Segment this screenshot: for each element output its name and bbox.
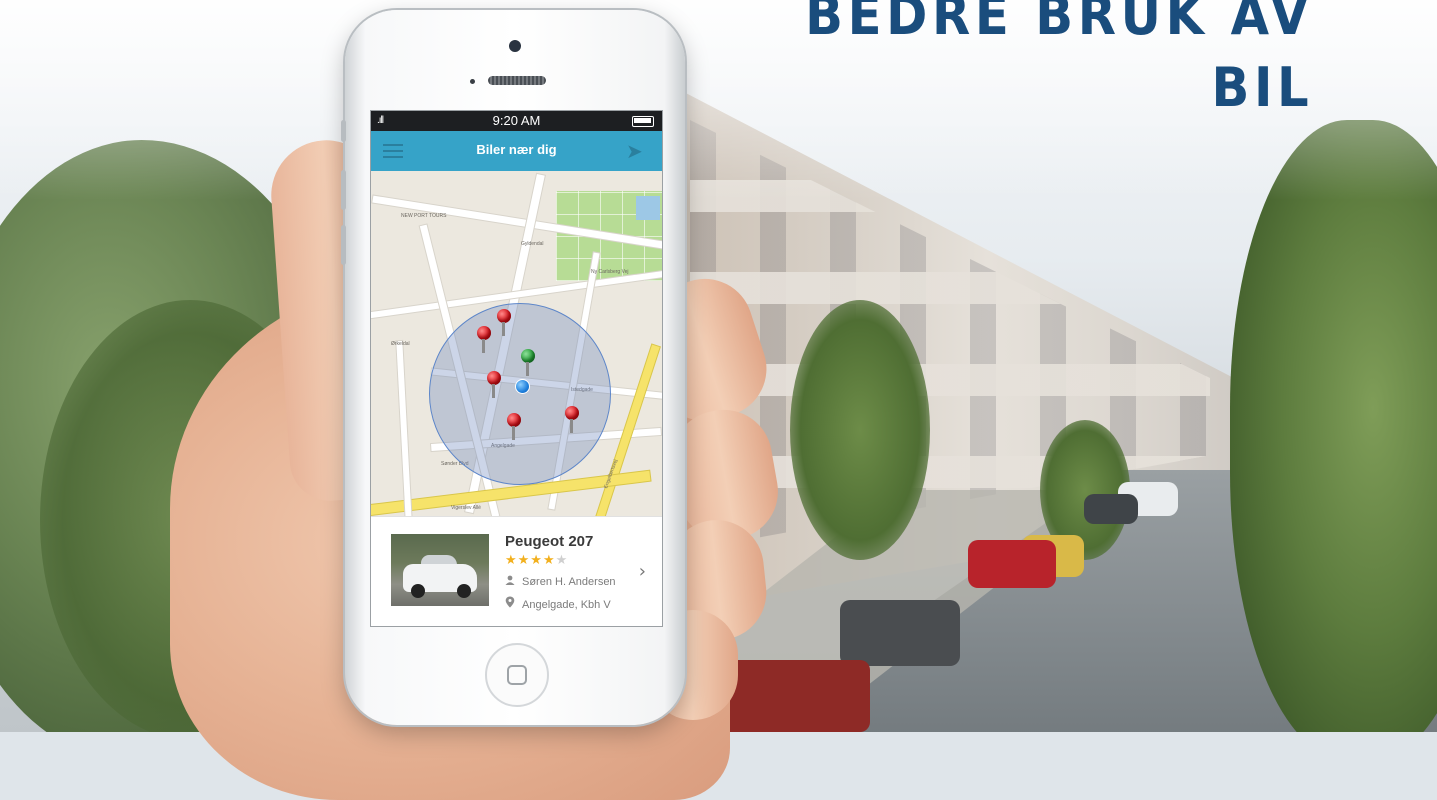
- front-camera: [509, 40, 521, 52]
- car-pin-red[interactable]: [507, 413, 521, 440]
- search-radius-circle: [429, 303, 611, 485]
- status-bar: .ıll 9:20 AM: [371, 111, 662, 131]
- car-photo: [391, 534, 489, 606]
- map-label: NEW PORT TOURS: [401, 213, 447, 219]
- car-pin-red[interactable]: [565, 406, 579, 433]
- headline: BEDRE BRUK AV BIL: [805, 0, 1313, 124]
- paper-plane-icon[interactable]: ➤: [626, 141, 650, 161]
- page-title: Biler nær dig: [476, 142, 557, 157]
- map-label: Ny Carlsberg Vej: [591, 269, 629, 275]
- volume-up-button[interactable]: [341, 170, 346, 210]
- map-road: [396, 340, 412, 516]
- star-empty-icon: ★: [555, 553, 569, 568]
- headline-line-2: BIL: [1211, 56, 1313, 119]
- star-filled-icon: ★★★★: [505, 553, 556, 568]
- parked-car: [968, 540, 1056, 588]
- owner-name: Søren H. Andersen: [522, 576, 616, 588]
- pond: [636, 196, 660, 220]
- car-pin-red[interactable]: [487, 371, 501, 398]
- car-pin-green[interactable]: [521, 349, 535, 376]
- app-screen: .ıll 9:20 AM Biler nær dig ➤ NEW PORT TO…: [370, 110, 663, 627]
- chevron-right-icon[interactable]: ›: [639, 561, 646, 582]
- tree-foliage-right: [1230, 120, 1437, 732]
- car-pin-red[interactable]: [477, 326, 491, 353]
- status-time: 9:20 AM: [492, 113, 541, 128]
- parked-car: [840, 600, 960, 666]
- headline-line-1: BEDRE BRUK AV: [804, 0, 1313, 47]
- current-location-icon: [515, 379, 530, 394]
- map-label: Vigerslev Allé: [451, 505, 481, 511]
- battery-icon: [632, 116, 654, 127]
- volume-down-button[interactable]: [341, 225, 346, 265]
- map-marker-icon: [505, 596, 517, 611]
- nav-bar: Biler nær dig ➤: [371, 131, 662, 171]
- car-location: Angelgade, Kbh V: [505, 596, 611, 611]
- map-label: Ørkeldal: [391, 341, 410, 347]
- car-card[interactable]: Peugeot 207 ★★★★★ Søren H. Andersen Ange…: [371, 516, 662, 626]
- parked-car: [1084, 494, 1138, 524]
- home-button[interactable]: [485, 643, 549, 707]
- proximity-sensor: [470, 79, 475, 84]
- mute-switch[interactable]: [341, 120, 346, 142]
- location-text: Angelgade, Kbh V: [522, 599, 611, 611]
- map-view[interactable]: NEW PORT TOURS Gyldendal Ny Carlsberg Ve…: [371, 171, 662, 516]
- user-icon: [505, 575, 517, 588]
- smartphone: .ıll 9:20 AM Biler nær dig ➤ NEW PORT TO…: [341, 10, 685, 725]
- star-rating: ★★★★★: [505, 553, 568, 568]
- car-owner: Søren H. Andersen: [505, 575, 616, 588]
- street-tree: [790, 300, 930, 560]
- car-name: Peugeot 207: [505, 533, 594, 550]
- car-pin-red[interactable]: [497, 309, 511, 336]
- earpiece-speaker: [488, 76, 546, 85]
- map-label: Gyldendal: [521, 241, 544, 247]
